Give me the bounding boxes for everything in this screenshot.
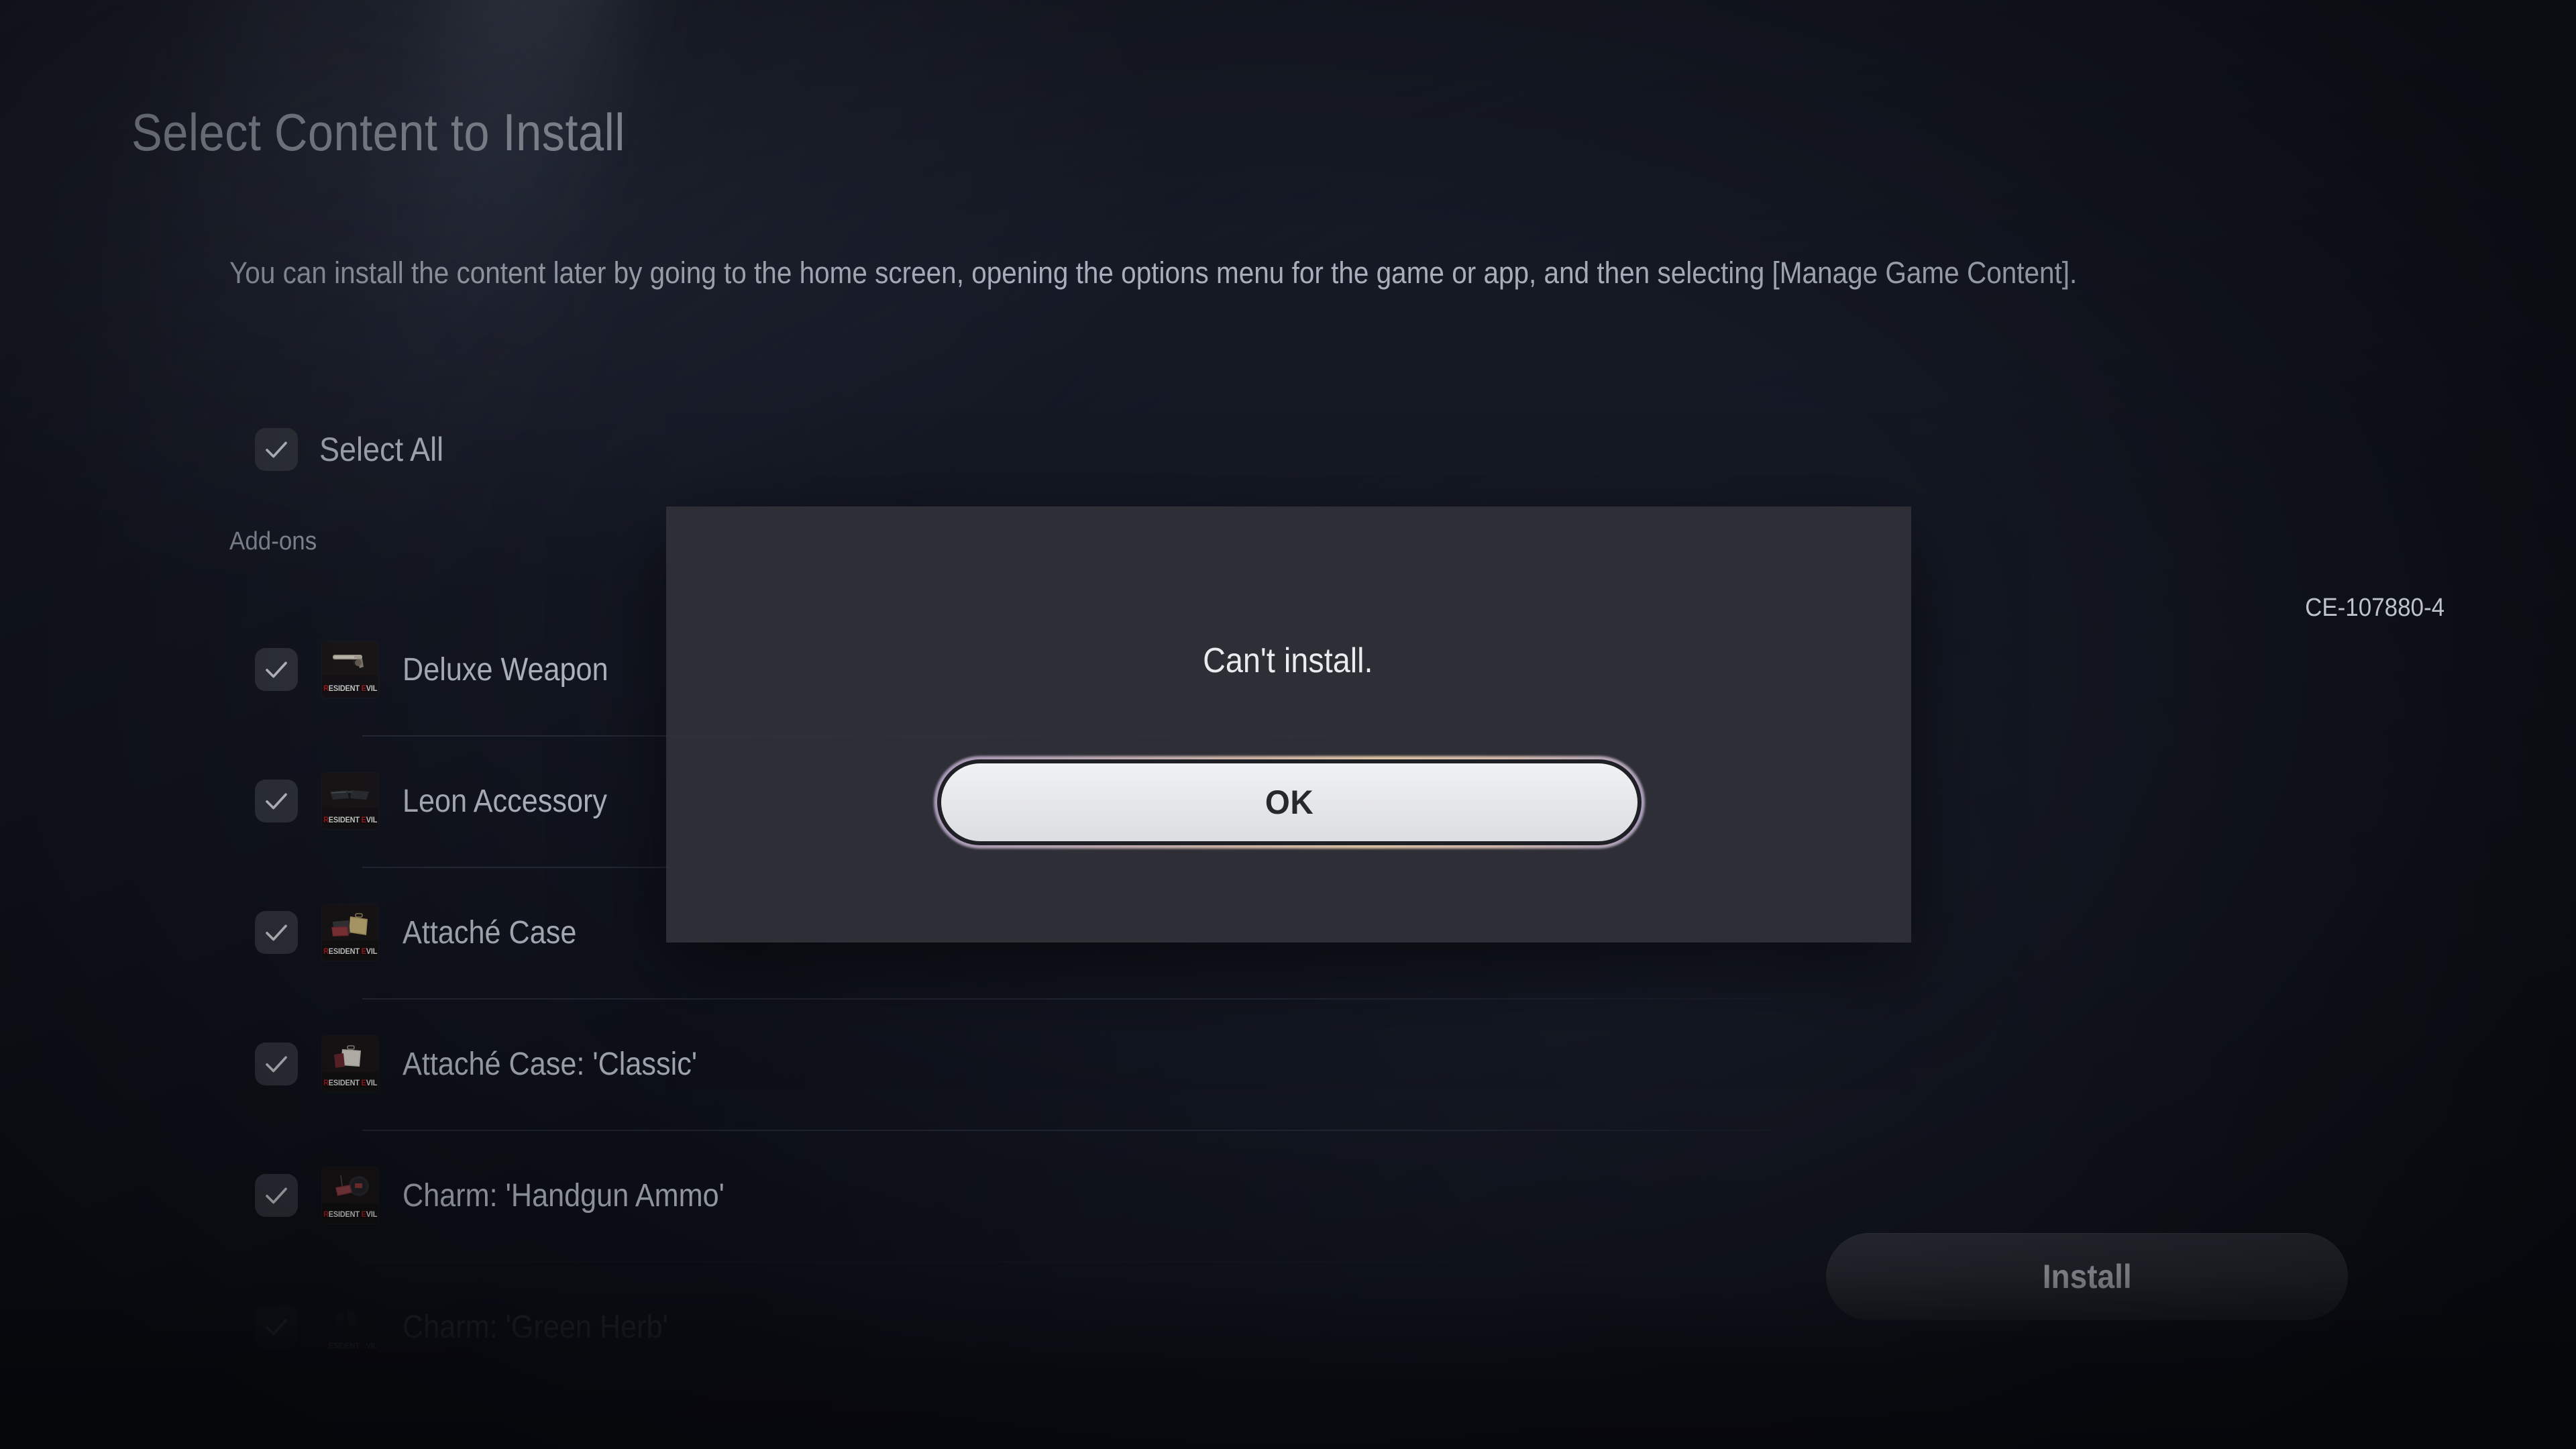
check-icon (266, 1056, 287, 1073)
thumbnail-caption: RESIDENT EVIL 4 (323, 948, 378, 956)
sunglasses-thumbnail: RESIDENT EVIL 4 (322, 773, 378, 829)
list-item[interactable]: RESIDENT EVIL 4 Attaché Case: 'Classic' (255, 998, 1771, 1130)
attache-case-classic-thumbnail: RESIDENT EVIL 4 (322, 1036, 378, 1092)
ps5-screen: Select Content to Install You can instal… (0, 0, 2576, 1449)
dialog-message-text: Can't install. (1203, 641, 1373, 680)
addon-checkbox[interactable] (255, 1305, 298, 1348)
ok-button[interactable]: OK (934, 756, 1645, 849)
thumbnail-caption: RESIDENT EVIL 4 (323, 1211, 378, 1219)
ok-button-label: OK (1265, 784, 1314, 821)
charm-handgun-ammo-thumbnail: RESIDENT EVIL 4 (322, 1167, 378, 1224)
error-dialog (666, 506, 1911, 943)
addons-group-label: Add-ons (229, 527, 317, 555)
thumbnail-caption: RESIDENT EVIL 4 (323, 816, 378, 824)
install-button[interactable]: Install (1826, 1233, 2348, 1320)
dialog-message: Can't install. (0, 641, 2576, 681)
charm-green-herb-thumbnail: RESIDENT EVIL 4 (322, 1299, 378, 1355)
install-button-label: Install (2042, 1258, 2132, 1295)
ok-button-surface[interactable]: OK (941, 763, 1638, 841)
list-item[interactable]: RESIDENT EVIL 4 Charm: 'Handgun Ammo' (255, 1130, 1771, 1261)
error-code: CE-107880-4 (2305, 594, 2445, 622)
addon-title: Leon Accessory (402, 783, 607, 819)
page-description: You can install the content later by goi… (229, 256, 2078, 290)
thumbnail-caption: RESIDENT EVIL 4 (323, 685, 378, 693)
addon-checkbox[interactable] (255, 780, 298, 822)
check-icon (266, 1319, 287, 1336)
select-all-row[interactable]: Select All (255, 428, 458, 471)
addon-title: Attaché Case (402, 914, 577, 951)
addon-checkbox[interactable] (255, 911, 298, 954)
addon-checkbox[interactable] (255, 1174, 298, 1217)
addon-title: Attaché Case: 'Classic' (402, 1046, 698, 1082)
thumbnail-caption: RESIDENT EVIL 4 (323, 1079, 378, 1087)
select-all-checkbox[interactable] (255, 428, 298, 471)
list-item[interactable]: RESIDENT EVIL 4 Charm: 'Green Herb' (255, 1261, 1771, 1393)
check-icon (266, 441, 287, 458)
attache-case-thumbnail: RESIDENT EVIL 4 (322, 904, 378, 961)
addon-checkbox[interactable] (255, 1042, 298, 1085)
select-all-label: Select All (319, 431, 444, 468)
addon-title: Charm: 'Handgun Ammo' (402, 1177, 724, 1214)
thumbnail-caption: RESIDENT EVIL 4 (323, 1342, 378, 1350)
check-icon (266, 793, 287, 810)
check-icon (266, 1187, 287, 1204)
check-icon (266, 924, 287, 941)
addon-title: Charm: 'Green Herb' (402, 1309, 668, 1345)
page-title: Select Content to Install (131, 103, 625, 162)
